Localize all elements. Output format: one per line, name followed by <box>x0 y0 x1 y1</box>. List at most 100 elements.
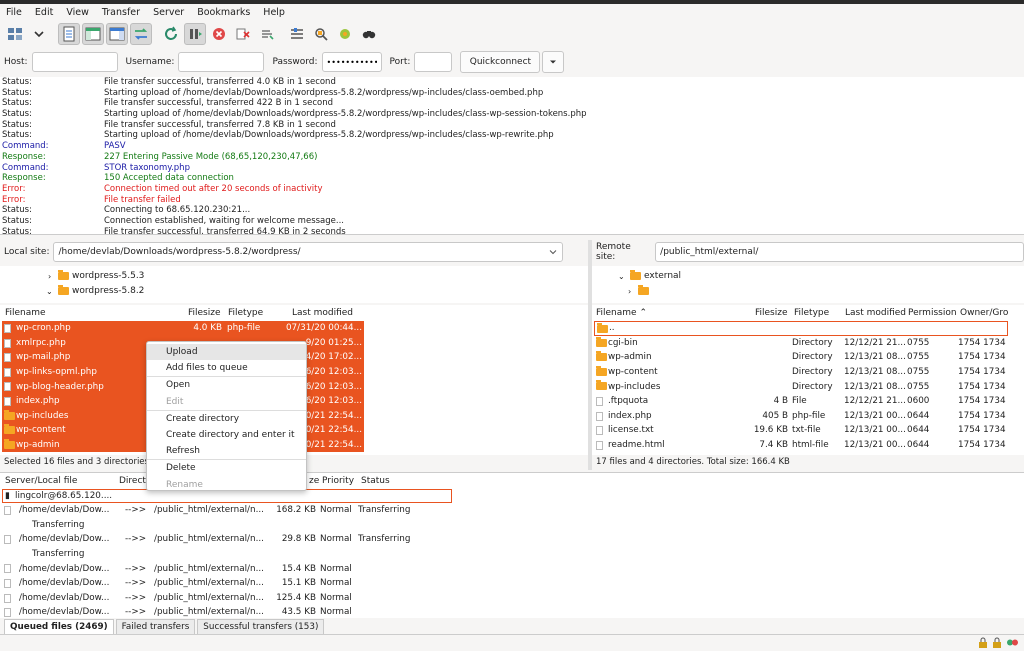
column-status[interactable]: Status <box>361 476 390 486</box>
tab-queued-files[interactable]: Queued files (2469) <box>4 619 114 634</box>
queue-row[interactable]: /home/devlab/Dow... -->> /public_html/exte… <box>0 532 1024 547</box>
column-direction[interactable]: Directi <box>119 476 148 486</box>
menu-help[interactable]: Help <box>263 7 285 18</box>
reconnect-icon[interactable] <box>256 23 278 45</box>
file-modified: 12/13/21 00... <box>844 425 906 436</box>
message-log[interactable]: Status: File transfer successful, transfe… <box>0 77 1024 235</box>
column-filesize[interactable]: Filesize <box>188 308 221 318</box>
context-menu-create-directory-and-enter-it[interactable]: Create directory and enter it <box>147 427 306 443</box>
queue-row[interactable]: /home/devlab/Dow... -->> /public_html/exte… <box>0 605 1024 618</box>
queue-row[interactable]: /home/devlab/Dow... -->> /public_html/exte… <box>0 561 1024 576</box>
search-icon[interactable] <box>358 23 380 45</box>
column-filetype[interactable]: Filetype <box>794 308 829 318</box>
queue-priority: Normal <box>320 607 352 618</box>
menu-file[interactable]: File <box>6 7 22 18</box>
log-message: Connection timed out after 20 seconds of… <box>104 183 323 194</box>
remote-file-row[interactable]: .ftpquota 4 B File 12/12/21 21... 0600 1754 1… <box>594 394 1008 409</box>
file-owner: 1754 1734 <box>958 381 1006 392</box>
cancel-icon[interactable] <box>208 23 230 45</box>
tab-successful-transfers[interactable]: Successful transfers (153) <box>197 619 325 634</box>
menu-server[interactable]: Server <box>153 7 184 18</box>
local-path-input[interactable]: /home/devlab/Downloads/wordpress-5.8.2/w… <box>53 242 564 262</box>
toggle-remote-tree-icon[interactable] <box>106 23 128 45</box>
column-server-local[interactable]: Server/Local file <box>5 476 77 486</box>
chevron-right-icon: › <box>48 271 52 281</box>
queue-row[interactable]: /home/devlab/Dow... -->> /public_html/exte… <box>0 576 1024 591</box>
sync-browse-icon[interactable] <box>334 23 356 45</box>
queue-remote-file: /public_html/external/n... <box>154 505 264 516</box>
local-tree[interactable]: › wordpress-5.5.3 ⌄ wordpress-5.8.2 <box>0 266 588 303</box>
log-line: Status: Starting upload of /home/devlab/D… <box>0 130 1024 141</box>
log-line: Status: File transfer successful, transfe… <box>0 98 1024 109</box>
local-site-bar: Local site: /home/devlab/Downloads/wordp… <box>0 239 588 265</box>
queue-row[interactable]: /home/devlab/Dow... -->> /public_html/exte… <box>0 503 1024 518</box>
remote-path-input[interactable]: /public_html/external/ <box>655 242 1024 262</box>
toggle-log-icon[interactable] <box>58 23 80 45</box>
column-owner-group[interactable]: Owner/Gro <box>960 308 1008 318</box>
remote-tree[interactable]: ⌄ external › <box>592 266 1024 303</box>
site-manager-icon[interactable] <box>4 23 26 45</box>
remote-file-row[interactable]: index.php 405 B php-file 12/13/21 00... 0644… <box>594 409 1008 424</box>
column-filename[interactable]: Filename <box>5 308 46 318</box>
column-size[interactable]: ze <box>309 476 319 486</box>
chevron-down-icon[interactable] <box>548 247 558 260</box>
activity-icon <box>1006 637 1018 651</box>
dropdown-arrow-icon[interactable] <box>28 23 50 45</box>
username-input[interactable] <box>178 52 265 72</box>
column-last-modified[interactable]: Last modified <box>292 308 353 318</box>
column-filetype[interactable]: Filetype <box>228 308 263 318</box>
tree-item[interactable]: ⌄ wordpress-5.8.2 <box>46 284 144 298</box>
column-permission[interactable]: Permission <box>908 308 957 318</box>
column-priority[interactable]: Priority <box>322 476 354 486</box>
remote-file-list[interactable]: Filename ⌃ Filesize Filetype Last modifi… <box>592 305 1024 455</box>
context-menu-refresh[interactable]: Refresh <box>147 443 306 459</box>
menu-bookmarks[interactable]: Bookmarks <box>197 7 250 18</box>
disconnect-icon[interactable] <box>232 23 254 45</box>
context-menu-delete[interactable]: Delete <box>147 460 306 476</box>
host-input[interactable] <box>31 52 118 72</box>
column-filename[interactable]: Filename ⌃ <box>596 308 647 318</box>
menu-edit[interactable]: Edit <box>35 7 53 18</box>
process-queue-icon[interactable] <box>184 23 206 45</box>
remote-site-label: Remote site: <box>596 242 631 262</box>
filter-icon[interactable] <box>286 23 308 45</box>
transfer-queue[interactable]: Server/Local file Directi ze Priority St… <box>0 472 1024 618</box>
local-file-row[interactable]: wp-cron.php 4.0 KB php-file 07/31/20 00:44.… <box>2 321 364 336</box>
queue-row[interactable]: /home/devlab/Dow... -->> /public_html/exte… <box>0 591 1024 606</box>
context-menu-upload[interactable]: Upload <box>147 344 306 361</box>
column-filesize[interactable]: Filesize <box>755 308 788 318</box>
remote-file-row[interactable]: wp-content Directory 12/13/21 08... 0755 175… <box>594 365 1008 380</box>
file-owner: 1754 1734 <box>958 352 1006 363</box>
context-menu-add-files-to-queue[interactable]: Add files to queue <box>147 360 306 376</box>
remote-file-row[interactable]: readme.html 7.4 KB html-file 12/13/21 00...… <box>594 438 1008 453</box>
menu-transfer[interactable]: Transfer <box>102 7 140 18</box>
tree-item[interactable]: › wordpress-5.5.3 <box>48 269 144 283</box>
status-bar <box>0 636 1024 651</box>
remote-file-row[interactable]: wp-admin Directory 12/13/21 08... 0755 1754 … <box>594 350 1008 365</box>
quickconnect-history-button[interactable] <box>542 51 565 73</box>
port-input[interactable] <box>414 52 453 72</box>
tab-failed-transfers[interactable]: Failed transfers <box>115 619 196 634</box>
tree-item[interactable]: ⌄ external <box>618 269 681 283</box>
password-input[interactable] <box>321 52 382 72</box>
log-type: Status: <box>2 205 32 216</box>
remote-file-row[interactable]: cgi-bin Directory 12/12/21 21... 0755 1754 1… <box>594 336 1008 351</box>
column-last-modified[interactable]: Last modified <box>845 308 906 318</box>
toggle-local-tree-icon[interactable] <box>82 23 104 45</box>
remote-file-row[interactable]: wp-includes Directory 12/13/21 08... 0755 17… <box>594 379 1008 394</box>
menu-view[interactable]: View <box>66 7 89 18</box>
file-type: php-file <box>792 410 826 421</box>
context-menu-open[interactable]: Open <box>147 377 306 393</box>
remote-file-row[interactable]: .. <box>594 321 1008 336</box>
tree-item[interactable]: › <box>628 284 652 298</box>
log-line: Status: Connecting to 68.65.120.230:21... <box>0 205 1024 216</box>
compare-icon[interactable] <box>310 23 332 45</box>
log-message: Starting upload of /home/devlab/Download… <box>104 87 544 98</box>
quickconnect-button[interactable]: Quickconnect <box>460 51 541 73</box>
refresh-icon[interactable] <box>160 23 182 45</box>
toggle-queue-icon[interactable] <box>130 23 152 45</box>
remote-file-row[interactable]: license.txt 19.6 KB txt-file 12/13/21 00...… <box>594 423 1008 438</box>
file-modified: 12/12/21 21... <box>844 337 906 348</box>
context-menu-create-directory[interactable]: Create directory <box>147 411 306 427</box>
log-line: Response: 227 Entering Passive Mode (68,6… <box>0 152 1024 163</box>
